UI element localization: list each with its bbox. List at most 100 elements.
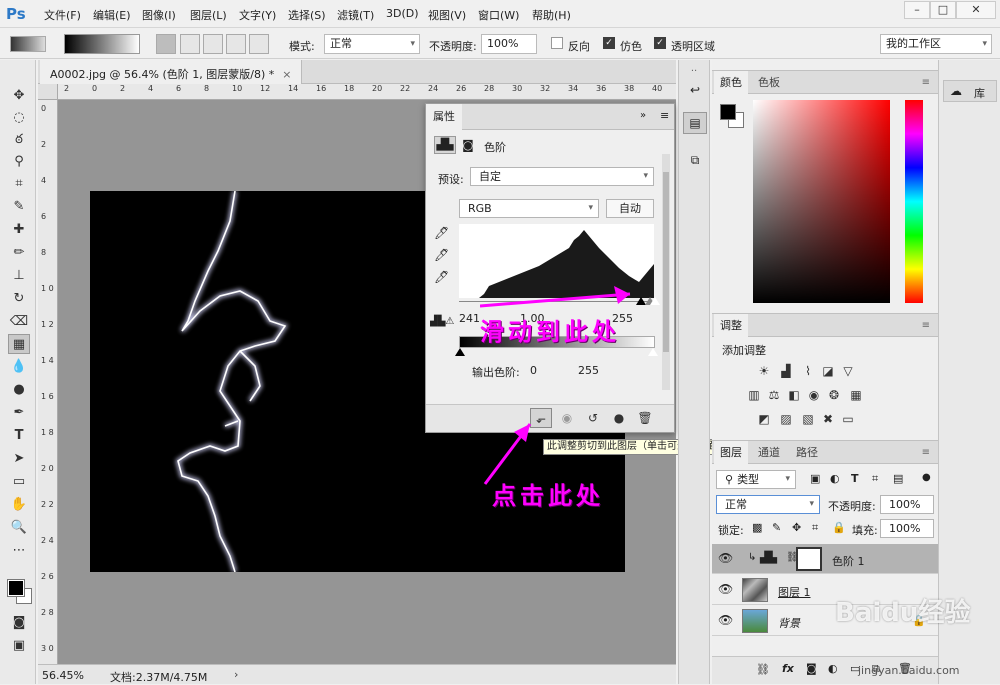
panel-menu-icon[interactable]: ≡ — [922, 320, 930, 331]
hue-slider[interactable] — [905, 100, 923, 303]
move-tool-icon[interactable]: ✥ — [8, 86, 30, 106]
layer-name[interactable]: 色阶 1 — [832, 553, 865, 569]
layer-name[interactable]: 背景 — [778, 615, 800, 631]
levels-icon[interactable]: ▟▙ — [434, 136, 456, 154]
path-select-tool-icon[interactable]: ➤ — [8, 449, 30, 469]
threshold-icon[interactable]: ▧ — [800, 412, 816, 426]
menu-edit[interactable]: 编辑(E) — [93, 7, 131, 23]
properties-scrollbar[interactable] — [662, 154, 670, 390]
lock-position-icon[interactable]: ✥ — [792, 521, 801, 534]
lock-image-icon[interactable]: ✎ — [772, 521, 781, 534]
tab-swatches[interactable]: 色板 — [752, 71, 786, 94]
pen-tool-icon[interactable]: ✒ — [8, 403, 30, 423]
diamond-gradient-button[interactable] — [249, 34, 269, 54]
history-panel-icon[interactable]: ↩ — [684, 80, 706, 100]
view-previous-icon[interactable]: ◉ — [556, 408, 578, 428]
layer-row-adjustment[interactable]: 👁 ↳ ▟▙ ⛓ 色阶 1 — [712, 544, 938, 574]
brush-tool-icon[interactable]: ✏ — [8, 243, 30, 263]
preset-select[interactable]: 自定 ▾ — [470, 167, 654, 186]
close-button[interactable]: ✕ — [956, 1, 996, 19]
menu-3d[interactable]: 3D(D) — [386, 7, 419, 20]
mask-icon[interactable]: ◙ — [458, 136, 478, 154]
hand-tool-icon[interactable]: ✋ — [8, 495, 30, 515]
menu-view[interactable]: 视图(V) — [428, 7, 466, 23]
document-tab[interactable]: A0002.jpg @ 56.4% (色阶 1, 图层蒙版/8) * × — [40, 60, 303, 84]
blend-mode-select[interactable]: 正常 ▾ — [716, 495, 820, 514]
eyedropper-tool-icon[interactable]: ✎ — [8, 197, 30, 217]
menu-file[interactable]: 文件(F) — [44, 7, 81, 23]
lock-all-icon[interactable]: 🔒 — [832, 521, 846, 534]
white-output-slider[interactable] — [648, 348, 658, 356]
gray-point-eyedropper-icon[interactable]: 🖊 — [434, 248, 449, 262]
posterize-icon[interactable]: ▨ — [778, 412, 794, 426]
visibility-eye-icon[interactable]: 👁 — [718, 582, 733, 596]
photo-filter-icon[interactable]: ◉ — [806, 388, 822, 402]
close-tab-icon[interactable]: × — [282, 68, 291, 81]
color-balance-icon[interactable]: ⚖ — [766, 388, 782, 402]
panel-menu-icon[interactable]: ≡ — [922, 447, 930, 458]
properties-tab[interactable]: 属性 — [426, 104, 462, 130]
quick-select-tool-icon[interactable]: ⚲ — [8, 152, 30, 172]
vertical-ruler[interactable]: 0 2 4 6 8 1 0 1 2 1 4 1 6 1 8 2 0 2 2 2 … — [38, 100, 58, 666]
menu-layer[interactable]: 图层(L) — [190, 7, 227, 23]
filter-smart-object-icon[interactable]: ▤ — [893, 472, 903, 485]
auto-button[interactable]: 自动 — [606, 199, 654, 218]
ruler-origin[interactable] — [38, 84, 58, 100]
eraser-tool-icon[interactable]: ⌫ — [8, 312, 30, 332]
properties-panel-icon[interactable]: ▤ — [683, 112, 707, 134]
background-thumbnail[interactable] — [742, 609, 768, 633]
invert-icon[interactable]: ◩ — [756, 412, 772, 426]
filter-toggle-icon[interactable]: ● — [922, 472, 931, 483]
tool-preset-picker[interactable] — [10, 36, 46, 52]
tab-adjustments[interactable]: 调整 — [714, 314, 748, 337]
menu-window[interactable]: 窗口(W) — [478, 7, 519, 23]
marquee-tool-icon[interactable]: ◌ — [8, 108, 30, 128]
menu-image[interactable]: 图像(I) — [142, 7, 176, 23]
tab-channels[interactable]: 通道 — [752, 441, 786, 464]
angle-gradient-button[interactable] — [203, 34, 223, 54]
gradient-tool-icon[interactable]: ▦ — [8, 334, 30, 354]
horizontal-ruler[interactable]: 2 0 2 4 6 8 10 12 14 16 18 20 22 24 26 2… — [58, 84, 676, 100]
filter-pixel-icon[interactable]: ▣ — [810, 472, 820, 485]
layer-name[interactable]: 图层 1 — [778, 584, 811, 600]
color-spectrum-field[interactable] — [753, 100, 890, 303]
menu-type[interactable]: 文字(Y) — [239, 7, 276, 23]
channel-select[interactable]: RGB ▾ — [459, 199, 599, 218]
exposure-icon[interactable]: ◪ — [820, 364, 836, 378]
lasso-tool-icon[interactable]: ఠ — [8, 130, 30, 150]
gradient-picker[interactable] — [64, 34, 140, 54]
lock-transparent-icon[interactable]: ▩ — [752, 521, 762, 534]
more-tools-icon[interactable]: ⋯ — [8, 541, 30, 561]
tab-layers[interactable]: 图层 — [714, 441, 748, 464]
healing-brush-tool-icon[interactable]: ✚ — [8, 220, 30, 240]
channel-mixer-icon[interactable]: ❂ — [826, 388, 842, 402]
tab-color[interactable]: 颜色 — [714, 71, 748, 94]
opacity-input[interactable]: 100% — [481, 34, 537, 54]
black-white-icon[interactable]: ◧ — [786, 388, 802, 402]
reset-icon[interactable]: ↺ — [582, 408, 604, 428]
add-mask-icon[interactable]: ◙ — [806, 662, 817, 675]
color-lookup-icon[interactable]: ▦ — [848, 388, 864, 402]
white-point-eyedropper-icon[interactable]: 🖊 — [434, 270, 449, 284]
clone-source-icon[interactable]: ⧉ — [684, 150, 706, 170]
transparency-checkbox[interactable]: ✓ — [654, 37, 666, 49]
selective-color-icon[interactable]: ✖ — [820, 412, 836, 426]
zoom-level[interactable]: 56.45% — [42, 669, 84, 682]
new-adjustment-icon[interactable]: ◐ — [828, 662, 838, 675]
crop-tool-icon[interactable]: ⌗ — [8, 174, 30, 194]
vibrance-icon[interactable]: ▽ — [840, 364, 856, 378]
layer-mask-thumbnail[interactable] — [796, 547, 822, 571]
brightness-contrast-icon[interactable]: ☀ — [756, 364, 772, 378]
visibility-eye-icon[interactable]: 👁 — [718, 551, 733, 565]
status-menu-arrow-icon[interactable]: › — [234, 668, 238, 681]
gradient-map-icon[interactable]: ▭ — [840, 412, 856, 426]
visibility-eye-icon[interactable]: 👁 — [718, 613, 733, 627]
layer-style-icon[interactable]: fx — [782, 662, 794, 675]
layer-thumbnail[interactable] — [742, 578, 768, 602]
levels-adjust-icon[interactable]: ▟ — [778, 364, 794, 378]
filter-type-icon[interactable]: T — [851, 472, 859, 485]
tab-paths[interactable]: 路径 — [790, 441, 824, 464]
layer-filter-select[interactable]: ⚲ 类型 ▾ — [716, 470, 796, 489]
black-output-slider[interactable] — [455, 348, 465, 356]
restore-button[interactable]: □ — [930, 1, 956, 19]
